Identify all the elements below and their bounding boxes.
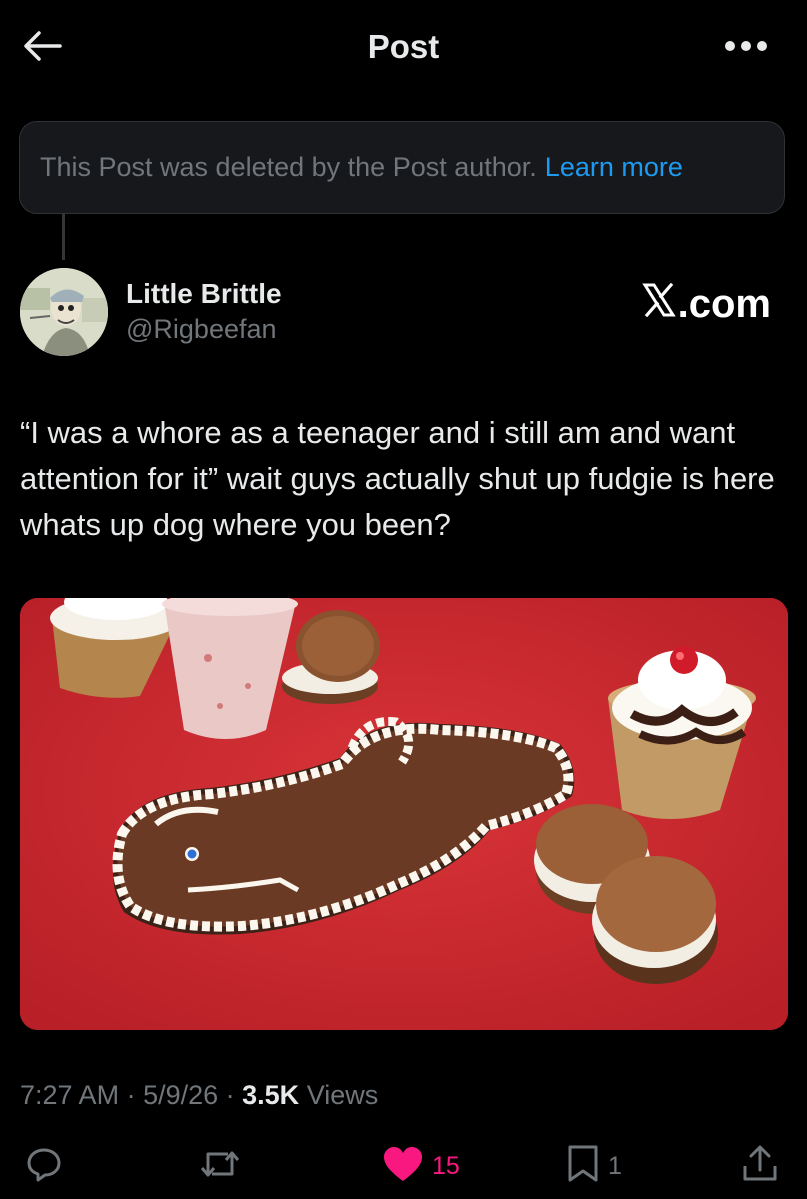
deleted-post-notice: This Post was deleted by the Post author…: [19, 121, 785, 214]
x-com-watermark: .com: [641, 282, 771, 327]
deleted-notice-text: This Post was deleted by the Post author…: [40, 152, 537, 182]
bookmark-icon: [566, 1144, 600, 1189]
like-count: 15: [432, 1151, 460, 1180]
views-count[interactable]: 3.5K: [242, 1080, 299, 1110]
post-text: “I was a whore as a teenager and i still…: [20, 415, 784, 542]
reply-icon: [24, 1144, 64, 1189]
top-bar: Post: [0, 0, 807, 96]
heart-filled-icon: [382, 1145, 424, 1188]
thread-connector-line: [62, 214, 65, 260]
like-button[interactable]: 15: [382, 1140, 460, 1192]
author-name[interactable]: Little Brittle: [126, 278, 282, 310]
x-logo-icon: [641, 282, 676, 327]
repost-button[interactable]: [198, 1140, 242, 1192]
share-icon: [740, 1144, 780, 1189]
views-label: Views: [299, 1080, 379, 1110]
more-dots-icon: [724, 39, 768, 57]
bookmark-count: 1: [608, 1151, 622, 1180]
repost-icon: [198, 1144, 242, 1189]
meta-separator: ·: [119, 1080, 144, 1110]
bookmark-button[interactable]: 1: [566, 1140, 622, 1192]
author-handle[interactable]: @Rigbeefan: [126, 314, 277, 345]
reply-button[interactable]: [24, 1140, 64, 1192]
learn-more-link[interactable]: Learn more: [545, 152, 683, 183]
ice-cream-cake-photo: [20, 598, 788, 1030]
post-time: 7:27 AM: [20, 1080, 120, 1110]
post-meta: 7:27 AM · 5/9/26 · 3.5K Views: [20, 1080, 378, 1111]
share-button[interactable]: [740, 1140, 780, 1192]
post-date: 5/9/26: [143, 1080, 219, 1110]
action-bar: 15 1: [0, 1140, 807, 1192]
page-title: Post: [367, 28, 440, 65]
post-image[interactable]: [20, 598, 788, 1030]
avatar[interactable]: [20, 268, 108, 356]
more-options-button[interactable]: [721, 30, 771, 66]
brand-domain: .com: [677, 282, 771, 326]
meta-separator: ·: [218, 1080, 243, 1110]
